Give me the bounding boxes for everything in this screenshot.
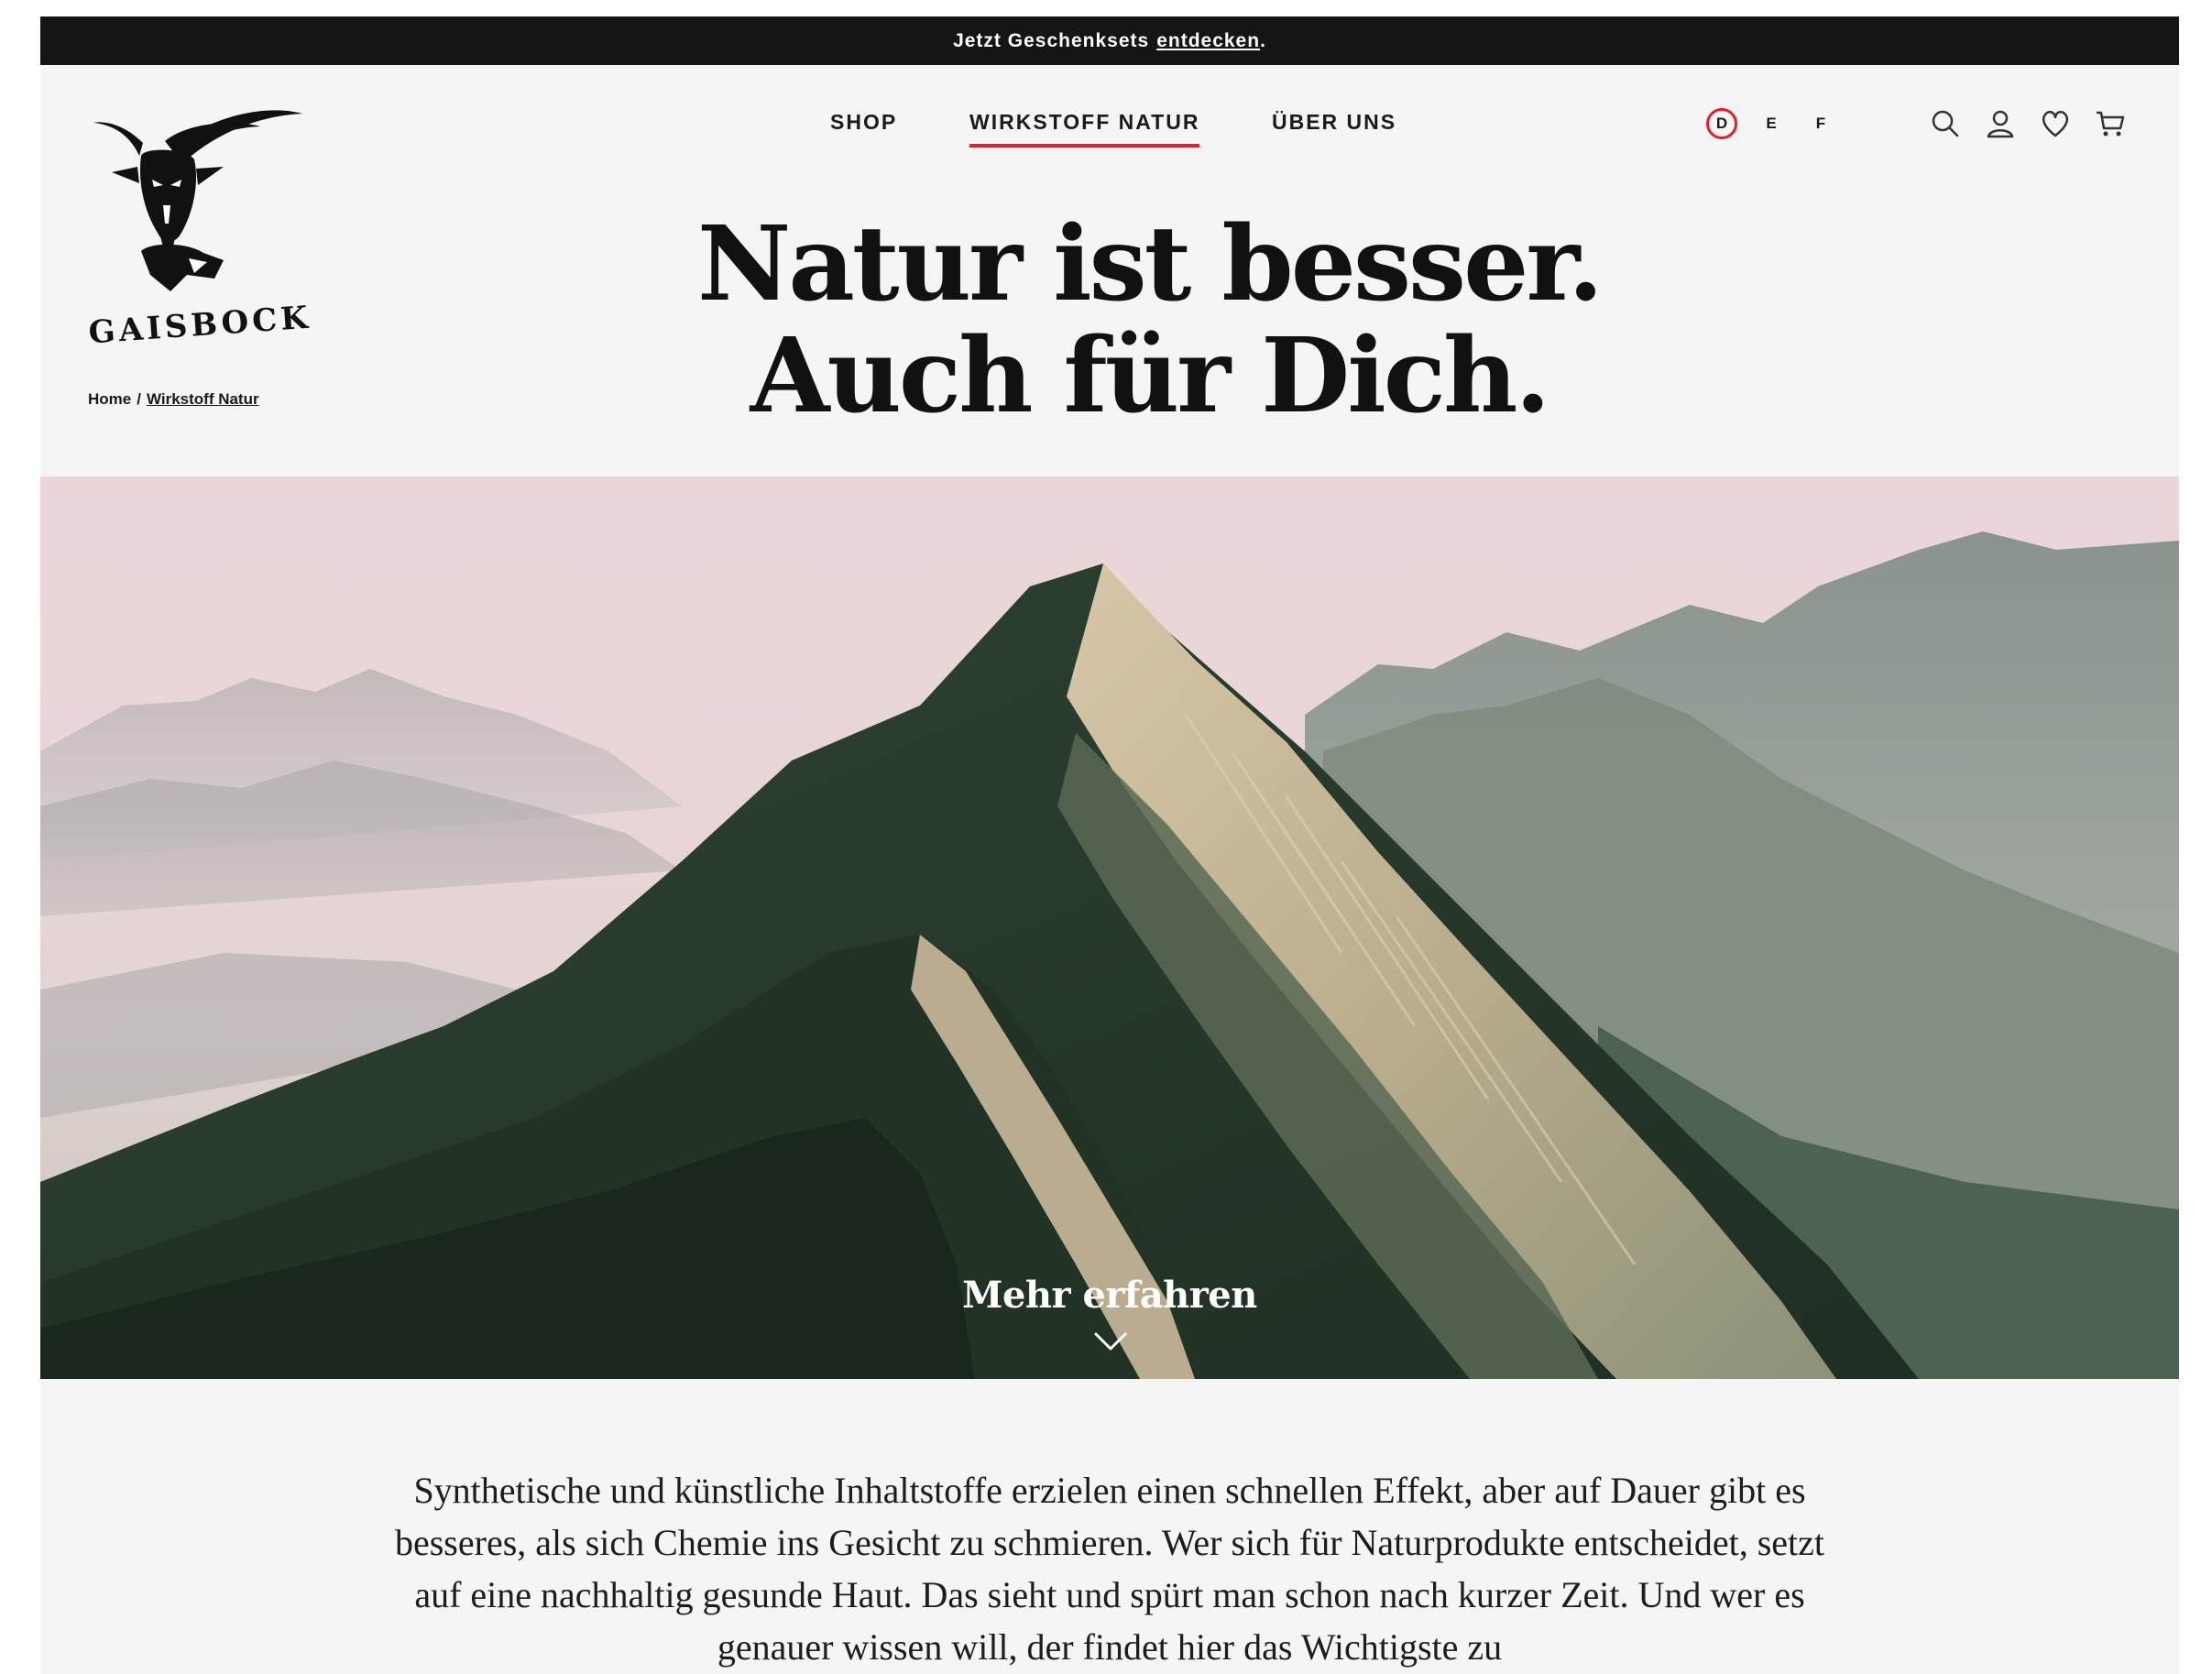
search-icon[interactable] xyxy=(1928,106,1963,141)
nav-item-ueber-uns[interactable]: ÜBER UNS xyxy=(1272,110,1396,135)
announcement-suffix: . xyxy=(1260,29,1266,51)
breadcrumb-separator: / xyxy=(137,390,141,408)
lang-de[interactable]: D xyxy=(1706,108,1737,139)
lang-en[interactable]: E xyxy=(1756,108,1787,139)
cart-icon[interactable] xyxy=(2093,106,2128,141)
learn-more-link[interactable]: Mehr erfahren xyxy=(40,1274,2179,1317)
breadcrumb-current[interactable]: Wirkstoff Natur xyxy=(147,390,259,408)
brand-name: GAISBOCK xyxy=(87,300,312,352)
announcement-bar: Jetzt Geschenksets entdecken . xyxy=(40,16,2179,65)
page-title-line-2: Auch für Dich. xyxy=(750,316,1551,436)
chevron-down-icon[interactable] xyxy=(1092,1330,1129,1354)
page-title: Natur ist besser. Auch für Dich. xyxy=(498,209,1800,432)
language-switcher: D E F xyxy=(1706,108,1855,139)
breadcrumb: Home / Wirkstoff Natur xyxy=(88,390,259,409)
page-title-line-1: Natur ist besser. xyxy=(696,204,1604,324)
header-icons xyxy=(1928,106,2128,141)
wishlist-icon[interactable] xyxy=(2038,106,2073,141)
announcement-link[interactable]: entdecken xyxy=(1156,30,1260,52)
nav-item-shop[interactable]: SHOP xyxy=(830,110,897,135)
main-nav: SHOP WIRKSTOFF NATUR ÜBER UNS xyxy=(40,93,2179,148)
breadcrumb-home[interactable]: Home xyxy=(88,390,131,408)
intro-text: Synthetische und künstliche Inhaltstoffe… xyxy=(394,1470,1825,1668)
account-icon[interactable] xyxy=(1983,106,2018,141)
mountain-scene xyxy=(40,531,2179,1379)
announcement-text: Jetzt Geschenksets xyxy=(953,29,1150,51)
page: Jetzt Geschenksets entdecken . GAISBOCK xyxy=(40,16,2179,1674)
lang-fr[interactable]: F xyxy=(1805,108,1836,139)
nav-item-wirkstoff-natur[interactable]: WIRKSTOFF NATUR xyxy=(969,110,1200,148)
hero-image: Mehr erfahren xyxy=(40,476,2179,1379)
